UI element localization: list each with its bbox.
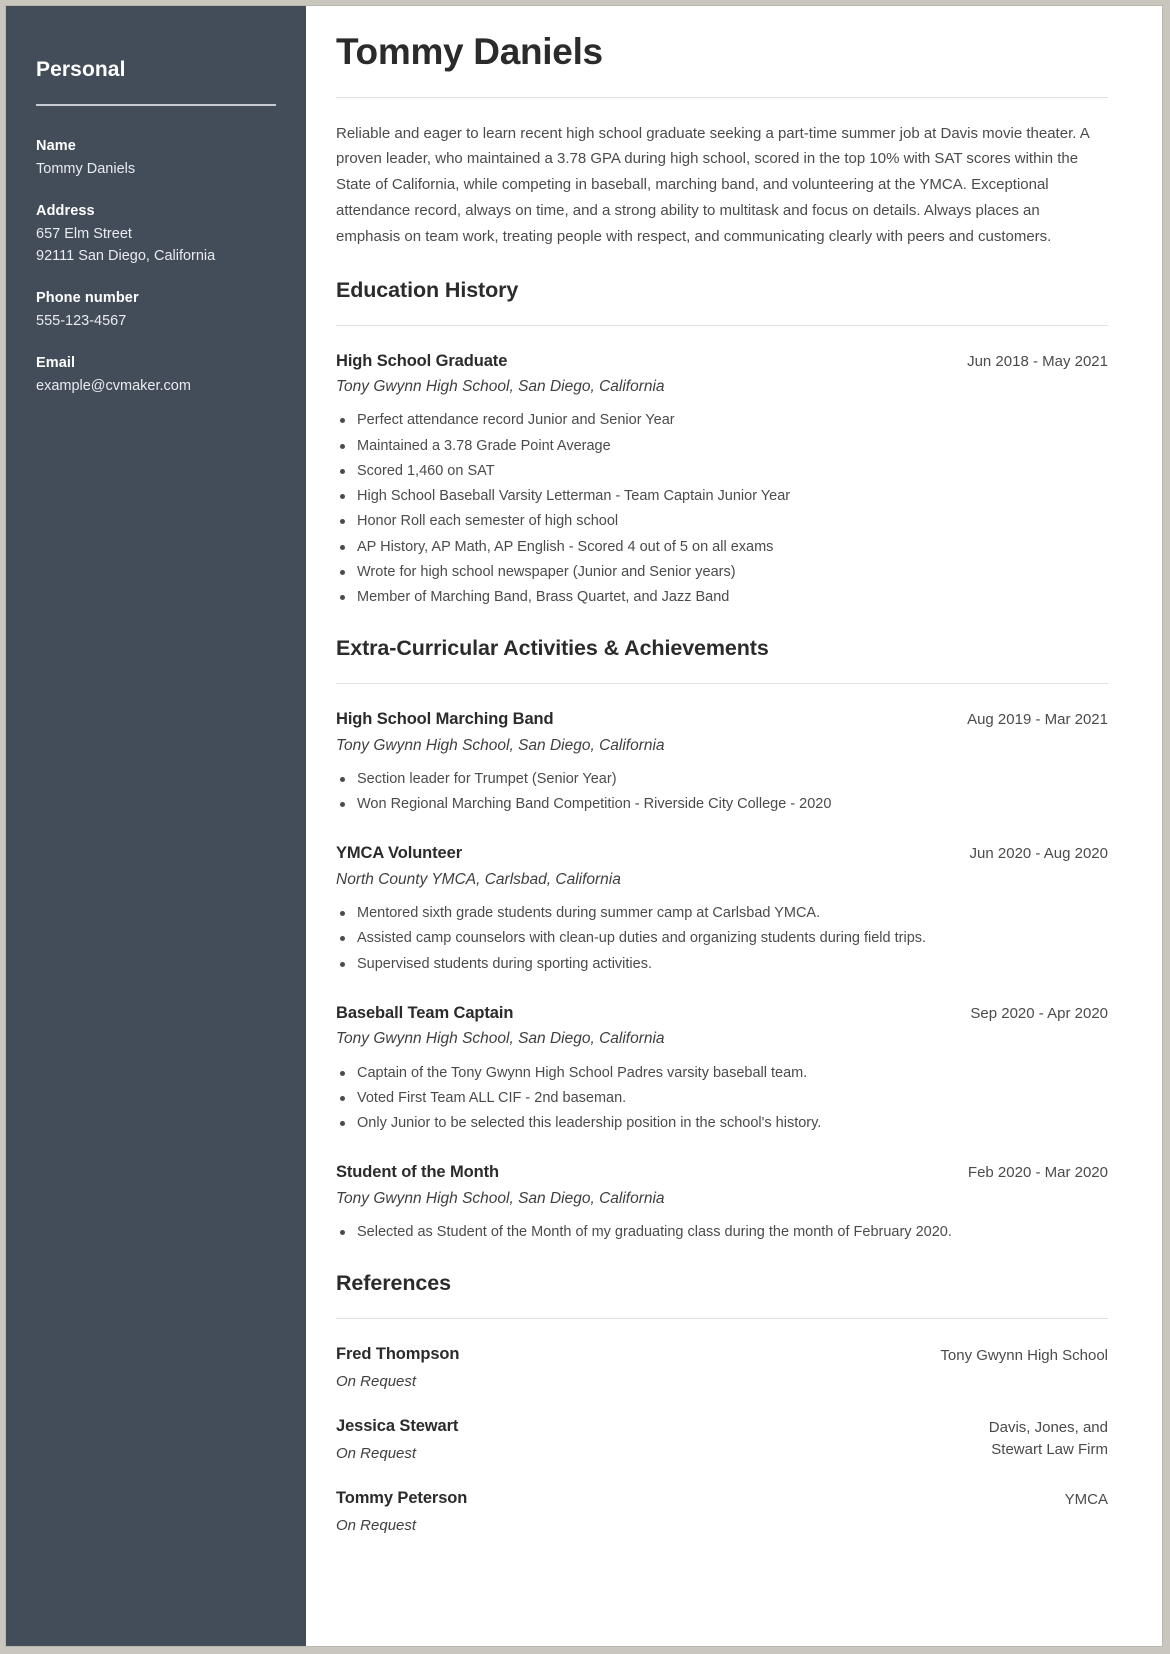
personal-field-value: 92111 San Diego, California [36, 248, 216, 265]
list-item: Only Junior to be selected this leadersh… [336, 1111, 1108, 1136]
reference-person: Fred Thompson On Request [336, 1344, 459, 1391]
list-item: Honor Roll each semester of high school [336, 509, 1108, 534]
reference-person: Jessica Stewart On Request [336, 1416, 458, 1463]
list-item: Maintained a 3.78 Grade Point Average [336, 434, 1108, 459]
list-item: High School Baseball Varsity Letterman -… [336, 484, 1108, 509]
reference-organization: Davis, Jones, and Stewart Law Firm [988, 1419, 1108, 1458]
reference-entry: Jessica Stewart On Request Davis, Jones, a… [336, 1416, 1108, 1463]
resume-entry: High School Marching Band Aug 2019 - Mar … [336, 709, 1108, 817]
reference-person: Tommy Peterson On Request [336, 1488, 467, 1535]
list-item: Scored 1,460 on SAT [336, 459, 1108, 484]
resume-sheet: Personal Name Tommy Daniels Address 657 Elm… [6, 6, 1162, 1646]
entry-subtitle: Tony Gwynn High School, San Diego, Calif… [336, 378, 665, 396]
reference-name: Fred Thompson [336, 1345, 460, 1364]
list-item: Member of Marching Band, Brass Quartet, … [336, 585, 1108, 610]
entry-header: Baseball Team Captain Sep 2020 - Apr 2020 [336, 1003, 1108, 1024]
entry-subtitle: Tony Gwynn High School, San Diego, Calif… [336, 1189, 665, 1207]
resume-entry: Student of the Month Feb 2020 - Mar 2020 T… [336, 1162, 1108, 1245]
section-references: References Fred Thompson On Request Tony G… [336, 1271, 1108, 1535]
professional-summary: Reliable and eager to learn recent high … [336, 124, 1089, 245]
entry-header: Student of the Month Feb 2020 - Mar 2020 [336, 1162, 1108, 1183]
resume-main: Tommy Daniels Reliable and eager to lear… [306, 6, 1162, 1646]
reference-status: On Request [336, 1444, 417, 1462]
entry-title: YMCA Volunteer [336, 844, 463, 863]
list-item: Perfect attendance record Junior and Sen… [336, 408, 1108, 433]
entry-header: High School Marching Band Aug 2019 - Mar … [336, 709, 1108, 730]
entry-subtitle: North County YMCA, Carlsbad, California [336, 871, 621, 889]
entry-date-range: Feb 2020 - Mar 2020 [967, 1164, 1108, 1182]
list-item: Assisted camp counselors with clean-up d… [336, 926, 1108, 951]
resume-entry: YMCA Volunteer Jun 2020 - Aug 2020 North C… [336, 843, 1108, 976]
personal-sidebar: Personal Name Tommy Daniels Address 657 Elm… [6, 6, 306, 1646]
list-item: Wrote for high school newspaper (Junior … [336, 560, 1108, 585]
reference-status: On Request [336, 1372, 417, 1390]
list-item: Selected as Student of the Month of my g… [336, 1220, 1108, 1245]
reference-name: Tommy Peterson [336, 1489, 468, 1508]
section-extra-curricular: Extra-Curricular Activities & Achievemen… [336, 636, 1108, 1245]
section-divider [336, 324, 1108, 326]
reference-status: On Request [336, 1517, 417, 1535]
entry-title: High School Graduate [336, 351, 508, 370]
personal-fields-list: Name Tommy Daniels Address 657 Elm Street 92… [36, 138, 276, 397]
sidebar-title: Personal [36, 58, 126, 81]
resume-sections: Education History High School Graduate Jun… [336, 278, 1108, 1246]
entry-date-range: Jun 2018 - May 2021 [967, 352, 1108, 370]
list-item: Supervised students during sporting acti… [336, 952, 1108, 977]
list-item: AP History, AP Math, AP English - Scored… [336, 535, 1108, 560]
entry-date-range: Aug 2019 - Mar 2021 [967, 711, 1108, 729]
entry-header: YMCA Volunteer Jun 2020 - Aug 2020 [336, 843, 1108, 864]
list-item: Section leader for Trumpet (Senior Year) [336, 767, 1108, 792]
section-divider-references [336, 1318, 1108, 1320]
resume-entry: Baseball Team Captain Sep 2020 - Apr 2020… [336, 1003, 1108, 1136]
personal-field-value: 555-123-4567 [36, 313, 127, 330]
section-heading: Extra-Curricular Activities & Achievemen… [336, 636, 769, 661]
personal-field-value: Tommy Daniels [36, 161, 136, 177]
personal-field-label: Name [36, 138, 76, 154]
resume-entry: High School Graduate Jun 2018 - May 2021 T… [336, 351, 1108, 611]
personal-field: Phone number 555-123-4567 [36, 290, 276, 332]
list-item: Mentored sixth grade students during sum… [336, 901, 1108, 926]
entry-title: High School Marching Band [336, 710, 554, 729]
personal-field-label: Phone number [36, 290, 139, 307]
reference-organization: Tony Gwynn High School [940, 1347, 1108, 1365]
entry-title: Baseball Team Captain [336, 1003, 514, 1022]
entry-bullet-list: Mentored sixth grade students during sum… [336, 901, 1108, 977]
sidebar-divider [36, 104, 276, 106]
personal-field: Address 657 Elm Street 92111 San Diego, Ca… [36, 203, 276, 267]
entry-subtitle: Tony Gwynn High School, San Diego, Calif… [336, 736, 665, 754]
entry-bullet-list: Selected as Student of the Month of my g… [336, 1220, 1108, 1245]
entry-subtitle: Tony Gwynn High School, San Diego, Calif… [336, 1030, 665, 1048]
reference-organization: YMCA [1064, 1491, 1108, 1509]
section-education: Education History High School Graduate Jun… [336, 278, 1108, 611]
entry-bullet-list: Captain of the Tony Gwynn High School Pa… [336, 1061, 1108, 1137]
personal-field-label: Email [36, 355, 76, 372]
page-canvas: Personal Name Tommy Daniels Address 657 Elm… [0, 0, 1170, 1654]
references-list: Fred Thompson On Request Tony Gwynn High S… [336, 1344, 1108, 1535]
personal-field-value: 657 Elm Street [36, 226, 132, 243]
personal-field: Email example@cvmaker.com [36, 355, 276, 397]
personal-field-label: Address [36, 203, 95, 220]
section-divider [336, 683, 1108, 685]
section-heading: Education History [336, 277, 519, 302]
list-item: Won Regional Marching Band Competition -… [336, 792, 1108, 817]
entry-bullet-list: Section leader for Trumpet (Senior Year)… [336, 767, 1108, 817]
reference-name: Jessica Stewart [336, 1417, 459, 1436]
reference-entry: Tommy Peterson On Request YMCA [336, 1488, 1108, 1535]
list-item: Captain of the Tony Gwynn High School Pa… [336, 1061, 1108, 1086]
personal-field: Name Tommy Daniels [36, 138, 276, 180]
entry-date-range: Jun 2020 - Aug 2020 [969, 845, 1108, 863]
entry-title: Student of the Month [336, 1163, 499, 1182]
entry-header: High School Graduate Jun 2018 - May 2021 [336, 351, 1108, 372]
list-item: Voted First Team ALL CIF - 2nd baseman. [336, 1086, 1108, 1111]
section-heading-references: References [336, 1271, 451, 1296]
reference-entry: Fred Thompson On Request Tony Gwynn High S… [336, 1344, 1108, 1391]
title-divider [336, 96, 1108, 98]
entry-date-range: Sep 2020 - Apr 2020 [970, 1004, 1108, 1022]
personal-field-value: example@cvmaker.com [36, 378, 191, 395]
entry-bullet-list: Perfect attendance record Junior and Sen… [336, 408, 1108, 610]
page-title: Tommy Daniels [336, 31, 603, 72]
